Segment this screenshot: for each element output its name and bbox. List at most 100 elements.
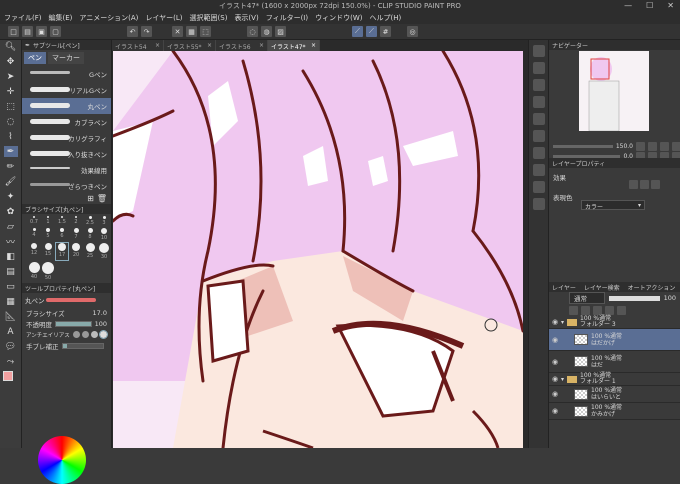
figure-tool-icon[interactable]: ▭: [4, 281, 18, 292]
expression-color-dropdown[interactable]: カラー ▾: [581, 200, 645, 211]
size-preset[interactable]: 10: [98, 228, 110, 241]
brush-calligraphy[interactable]: カリグラフィ: [22, 130, 111, 146]
tab-layer[interactable]: レイヤー: [552, 283, 576, 292]
brush-effect-line[interactable]: 効果線用: [22, 162, 111, 178]
correct-line-tool-icon[interactable]: ⤳: [4, 356, 18, 367]
new-canvas-icon[interactable]: ▢: [50, 26, 61, 37]
size-preset[interactable]: 2: [70, 216, 82, 226]
size-preset[interactable]: 40: [28, 262, 40, 281]
layer-row-folder1[interactable]: ◉ ▾ 100 %通常 フォルダー 1: [549, 373, 680, 386]
reference-icon[interactable]: [581, 305, 590, 315]
eye-icon[interactable]: ◉: [549, 407, 561, 415]
undo-icon[interactable]: ↶: [127, 26, 138, 37]
material-icon[interactable]: [532, 79, 545, 91]
eyedropper-icon[interactable]: ⌇: [4, 131, 18, 142]
airbrush-tool-icon[interactable]: ✦: [4, 191, 18, 202]
sub-view-icon[interactable]: [532, 62, 545, 74]
navigator-icon[interactable]: [532, 45, 545, 57]
blend-mode-dropdown[interactable]: 通常: [569, 292, 605, 304]
layer-row-hada[interactable]: ◉ 100 %通常 はだ: [549, 351, 680, 373]
brush-maru-pen[interactable]: 丸ペン: [22, 98, 111, 114]
menu-edit[interactable]: 編集(E): [49, 13, 73, 23]
new-file-icon[interactable]: □: [8, 26, 19, 37]
size-preset[interactable]: 17: [55, 242, 69, 261]
show-selection-icon[interactable]: ▨: [275, 26, 286, 37]
brush-zaratsuki-pen[interactable]: ざらつきペン: [22, 178, 111, 194]
tab-close-icon[interactable]: ×: [155, 42, 160, 49]
size-preset[interactable]: 7: [70, 228, 82, 241]
size-preset[interactable]: 1: [42, 216, 54, 226]
antialias-medium-icon[interactable]: [91, 331, 98, 338]
pen-tool-icon[interactable]: ✒: [3, 146, 18, 157]
opacity-slider[interactable]: [55, 320, 92, 327]
eye-icon[interactable]: ◉: [549, 336, 561, 344]
tab-close-icon[interactable]: ×: [259, 42, 264, 49]
save-icon[interactable]: ▣: [36, 26, 47, 37]
tab-marker[interactable]: マーカー: [48, 52, 84, 64]
info-icon[interactable]: [532, 181, 545, 193]
menu-layer[interactable]: レイヤー(L): [145, 13, 182, 23]
text-tool-icon[interactable]: A: [4, 326, 18, 337]
gradient-tool-icon[interactable]: ▤: [4, 266, 18, 277]
menu-window[interactable]: ウィンドウ(W): [315, 13, 362, 23]
layer-row-highlight[interactable]: ◉ 100 %通常 はいらいと: [549, 386, 680, 403]
menu-view[interactable]: 表示(V): [234, 13, 258, 23]
invert-selection-icon[interactable]: ◍: [261, 26, 272, 37]
operation-tool-icon[interactable]: ➤: [4, 71, 18, 82]
size-preset[interactable]: 5: [42, 228, 54, 241]
brush-irinuki-pen[interactable]: 入り抜きペン: [22, 146, 111, 162]
layer-color-icon[interactable]: [651, 180, 660, 189]
stabilization-slider[interactable]: [61, 342, 104, 349]
eraser-tool-icon[interactable]: ▱: [4, 221, 18, 232]
approx-color-icon[interactable]: [532, 130, 545, 142]
minimize-icon[interactable]: —: [624, 1, 632, 10]
antialias-none-icon[interactable]: [73, 331, 80, 338]
size-preset[interactable]: 4: [28, 228, 40, 241]
size-preset[interactable]: 30: [98, 243, 110, 260]
eye-icon[interactable]: ◉: [549, 390, 561, 398]
tab-illust55[interactable]: イラスト55* ×: [164, 40, 216, 51]
ruler-tool-icon[interactable]: 📐︎: [4, 311, 18, 322]
size-preset[interactable]: 2.5: [84, 216, 96, 226]
stabilization-property[interactable]: 手ブレ補正: [22, 340, 111, 351]
pencil-tool-icon[interactable]: ✏: [4, 161, 18, 172]
tab-close-icon[interactable]: ×: [311, 42, 316, 49]
tone-effect-icon[interactable]: [640, 180, 649, 189]
size-preset[interactable]: 8: [84, 228, 96, 241]
clip-studio-icon[interactable]: ◎: [407, 26, 418, 37]
size-preset[interactable]: 1.5: [56, 216, 68, 226]
tab-close-icon[interactable]: ×: [207, 42, 212, 49]
brush-g-pen[interactable]: Gペン: [22, 66, 111, 82]
size-preset[interactable]: 12: [28, 243, 40, 260]
add-subtool-icon[interactable]: ⊞: [87, 194, 94, 204]
brush-real-g-pen[interactable]: リアルGペン: [22, 82, 111, 98]
redo-icon[interactable]: ↷: [141, 26, 152, 37]
clip-icon[interactable]: [569, 305, 578, 315]
item-bank-icon[interactable]: [532, 198, 545, 210]
zoom-tool-icon[interactable]: 🔍︎: [4, 41, 18, 52]
move-layer-icon[interactable]: ✛: [4, 86, 18, 97]
brush-tool-icon[interactable]: 🖌︎: [4, 176, 18, 187]
decoration-tool-icon[interactable]: ✿: [4, 206, 18, 217]
menu-help[interactable]: ヘルプ(H): [369, 13, 401, 23]
color-wheel[interactable]: [38, 436, 86, 484]
move-tool-icon[interactable]: ✥: [4, 56, 18, 67]
menu-animation[interactable]: アニメーション(A): [79, 13, 138, 23]
size-preset[interactable]: 0.7: [28, 216, 40, 226]
blend-tool-icon[interactable]: 〰: [4, 236, 18, 248]
tab-illust56[interactable]: イラスト56 ×: [216, 40, 268, 51]
close-icon[interactable]: ✕: [667, 1, 674, 10]
lasso-tool-icon[interactable]: ◌: [4, 116, 18, 127]
lock-icon[interactable]: [593, 305, 602, 315]
selection-tool-icon[interactable]: ⬚: [4, 101, 18, 112]
deselect-icon[interactable]: ◌: [247, 26, 258, 37]
eye-icon[interactable]: ◉: [549, 318, 561, 326]
antialias-property[interactable]: アンチエイリアス: [22, 329, 111, 340]
brush-kabura-pen[interactable]: カブラペン: [22, 114, 111, 130]
menu-file[interactable]: ファイル(F): [4, 13, 42, 23]
tab-pen[interactable]: ペン: [24, 52, 46, 64]
lock-alpha-icon[interactable]: [605, 305, 614, 315]
transform-icon[interactable]: ⬚: [200, 26, 211, 37]
menu-filter[interactable]: フィルター(I): [266, 13, 308, 23]
border-effect-icon[interactable]: [629, 180, 638, 189]
